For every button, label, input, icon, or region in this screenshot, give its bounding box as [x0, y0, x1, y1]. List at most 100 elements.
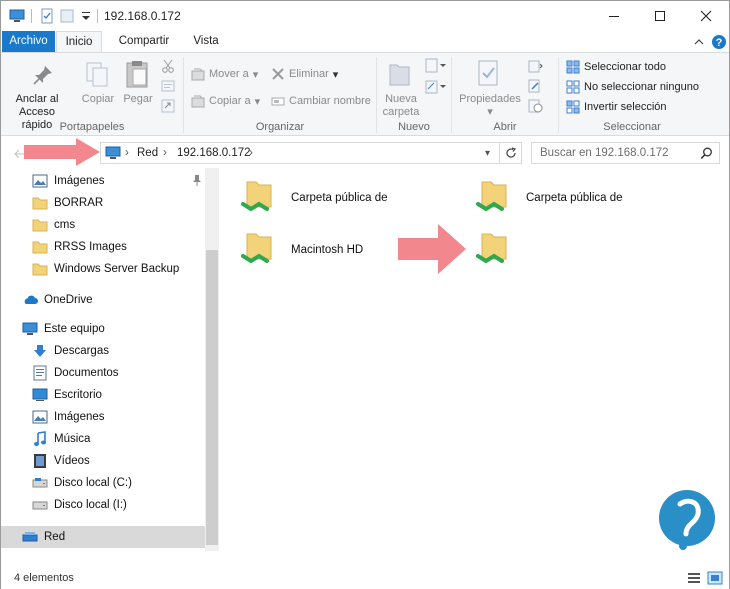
large-icons-view-icon[interactable]: [707, 571, 723, 588]
svg-text:?: ?: [716, 37, 723, 49]
file-item[interactable]: Carpeta pública de: [476, 176, 623, 219]
nav-item-escritorio[interactable]: Escritorio: [1, 384, 205, 406]
tab-vista[interactable]: Vista: [185, 31, 227, 52]
drive-icon: [32, 475, 48, 491]
nav-item-videos[interactable]: Vídeos: [1, 450, 205, 472]
new-folder-icon[interactable]: [59, 8, 75, 24]
search-icon[interactable]: [700, 147, 713, 163]
address-bar[interactable]: › Red › 192.168.0.172 › ▾: [100, 142, 500, 164]
nav-item-imagenes-quick[interactable]: Imágenes: [1, 170, 205, 192]
paste-button[interactable]: Pegar: [118, 93, 158, 106]
download-icon: [32, 343, 48, 359]
invert-selection-button[interactable]: Invertir selección: [566, 100, 667, 114]
title-separator: [97, 9, 98, 23]
refresh-button[interactable]: [500, 142, 522, 164]
shared-folder-icon: [241, 176, 275, 219]
nav-item-red[interactable]: Red: [1, 526, 205, 548]
customize-toolbar-icon[interactable]: [78, 8, 94, 24]
nav-item-este-equipo[interactable]: Este equipo: [1, 318, 205, 340]
computer-icon[interactable]: [9, 8, 25, 24]
new-folder-button[interactable]: Nueva carpeta: [379, 93, 423, 119]
chevron-up-icon[interactable]: [691, 34, 707, 50]
file-name: Carpeta pública de: [291, 191, 388, 204]
cloud-icon: [22, 292, 38, 308]
nav-item-imagenes[interactable]: Imágenes: [1, 406, 205, 428]
new-folder-label-2: carpeta: [382, 106, 420, 118]
navigation-bar: 🡐 🡒 ▾ 🡑 › Red › 192.168.0.172 › ▾ Buscar…: [1, 138, 729, 168]
tab-compartir[interactable]: Compartir: [109, 31, 179, 52]
nav-label: RRSS Images: [54, 241, 127, 253]
watermark-logo-icon: [659, 490, 715, 550]
address-segment-red[interactable]: Red: [137, 147, 158, 159]
paste-shortcut-icon[interactable]: [161, 99, 175, 116]
nav-label: cms: [54, 219, 76, 231]
select-all-label: Seleccionar todo: [584, 61, 666, 73]
select-none-label: No seleccionar ninguno: [584, 81, 699, 93]
copy-button[interactable]: Copiar: [78, 93, 118, 106]
properties-icon[interactable]: [39, 8, 55, 24]
open-icon[interactable]: [528, 59, 544, 76]
delete-button[interactable]: Eliminar ▾: [271, 67, 338, 81]
folder-icon: [32, 261, 48, 277]
nav-item-musica[interactable]: Música: [1, 428, 205, 450]
nav-item-documentos[interactable]: Documentos: [1, 362, 205, 384]
easy-access-icon[interactable]: [425, 79, 447, 98]
explorer-window: 192.168.0.172 Archivo Inicio Compartir V…: [0, 0, 730, 589]
group-label-abrir: Abrir: [493, 121, 517, 133]
history-icon[interactable]: [528, 99, 544, 116]
nav-item-disco-c[interactable]: Disco local (C:): [1, 472, 205, 494]
pin-label-1: Anclar al: [15, 93, 59, 105]
tab-inicio[interactable]: Inicio: [56, 31, 102, 53]
annotation-arrow-icon: [24, 138, 100, 166]
close-button[interactable]: [683, 1, 729, 31]
nav-item-disco-i[interactable]: Disco local (I:): [1, 494, 205, 516]
nav-label: Descargas: [54, 345, 109, 357]
select-all-button[interactable]: Seleccionar todo: [566, 60, 666, 74]
file-item[interactable]: Macintosh HD: [241, 228, 363, 271]
chevron-right-icon[interactable]: ›: [125, 147, 129, 159]
shared-folder-icon: [476, 176, 510, 219]
nav-item-rrss-images[interactable]: RRSS Images: [1, 236, 205, 258]
address-segment-ip[interactable]: 192.168.0.172: [177, 147, 251, 159]
address-dropdown-icon[interactable]: ▾: [485, 148, 490, 159]
chevron-down-icon: ▾: [332, 68, 339, 81]
nav-item-onedrive[interactable]: OneDrive: [1, 289, 205, 311]
file-item[interactable]: Carpeta pública de: [241, 176, 388, 219]
chevron-right-icon[interactable]: ›: [249, 147, 253, 159]
search-input[interactable]: Buscar en 192.168.0.172: [531, 142, 720, 164]
nav-item-descargas[interactable]: Descargas: [1, 340, 205, 362]
nav-item-borrar[interactable]: BORRAR: [1, 192, 205, 214]
pin-icon[interactable]: [192, 174, 202, 189]
file-item[interactable]: [476, 228, 526, 271]
drive-icon: [32, 497, 48, 513]
file-name: Carpeta pública de: [526, 191, 623, 204]
title-bar: 192.168.0.172: [1, 1, 729, 31]
details-view-icon[interactable]: [687, 572, 701, 587]
nav-label: Disco local (I:): [54, 499, 127, 511]
group-label-organizar: Organizar: [255, 121, 305, 133]
pin-icon: [31, 63, 55, 90]
move-to-label: Mover a: [209, 68, 249, 80]
refresh-icon: [505, 147, 516, 158]
move-to-button[interactable]: Mover a ▾: [191, 67, 258, 81]
new-item-icon[interactable]: [425, 58, 447, 77]
search-placeholder: Buscar en 192.168.0.172: [540, 147, 669, 159]
rename-button[interactable]: Cambiar nombre: [271, 94, 371, 108]
edit-icon[interactable]: [528, 79, 544, 96]
maximize-button[interactable]: [637, 1, 683, 31]
minimize-button[interactable]: [591, 1, 637, 31]
select-none-button[interactable]: No seleccionar ninguno: [566, 80, 699, 94]
properties-button[interactable]: Propiedades ▾: [458, 93, 522, 119]
chevron-right-icon[interactable]: ›: [163, 147, 167, 159]
nav-scrollbar-thumb[interactable]: [206, 250, 218, 545]
nav-item-cms[interactable]: cms: [1, 214, 205, 236]
delete-icon: [272, 68, 284, 80]
cut-icon[interactable]: [161, 59, 175, 76]
copy-to-button[interactable]: Copiar a ▾: [191, 94, 260, 108]
help-icon[interactable]: ?: [711, 34, 727, 50]
tab-archivo[interactable]: Archivo: [2, 31, 55, 52]
minimize-icon: [609, 16, 619, 17]
pictures-icon: [32, 409, 48, 425]
nav-item-windows-server-backup[interactable]: Windows Server Backup: [1, 258, 205, 280]
copy-path-icon[interactable]: [161, 79, 175, 96]
